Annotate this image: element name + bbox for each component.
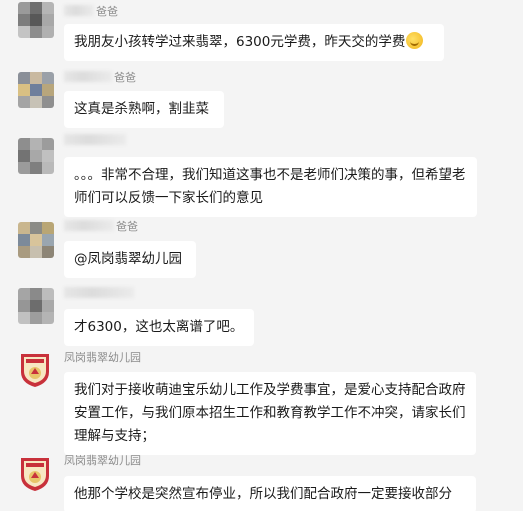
sender-name: 爸爸 <box>64 5 118 19</box>
message-text: 我们对于接收萌迪宝乐幼儿工作及学费事宜，是爱心支持配合政府安置工作，与我们原本招… <box>74 382 466 444</box>
message-bubble[interactable]: @凤岗翡翠幼儿园 <box>64 241 196 278</box>
avatar[interactable] <box>18 288 54 324</box>
avatar[interactable] <box>18 222 54 258</box>
message-bubble[interactable]: 。。。非常不合理，我们知道这事也不是老师们决策的事，但希望老师们可以反馈一下家长… <box>64 157 477 217</box>
message-text: @凤岗翡翠幼儿园 <box>74 251 182 267</box>
sender-name <box>64 287 136 301</box>
avatar[interactable] <box>18 72 54 108</box>
message-text: 我朋友小孩转学过来翡翠，6300元学费，昨天交的学费 <box>74 34 406 50</box>
message-text: 这真是杀熟啊，割韭菜 <box>74 101 209 117</box>
sender-name: 凤岗翡翠幼儿园 <box>64 351 141 364</box>
kindergarten-logo-icon[interactable] <box>18 352 52 388</box>
message-bubble[interactable]: 他那个学校是突然宣布停业，所以我们配合政府一定要接收部分 <box>64 476 476 511</box>
sender-name <box>64 134 128 148</box>
message-bubble[interactable]: 我朋友小孩转学过来翡翠，6300元学费，昨天交的学费 <box>64 24 444 61</box>
sender-name: 爸爸 <box>64 220 138 234</box>
sender-name: 凤岗翡翠幼儿园 <box>64 454 141 467</box>
message-text: 才6300，这也太离谱了吧。 <box>74 319 244 335</box>
kindergarten-logo-icon[interactable] <box>18 456 52 492</box>
message-bubble[interactable]: 我们对于接收萌迪宝乐幼儿工作及学费事宜，是爱心支持配合政府安置工作，与我们原本招… <box>64 372 476 455</box>
avatar[interactable] <box>18 2 54 38</box>
message-text: 。。。非常不合理，我们知道这事也不是老师们决策的事，但希望老师们可以反馈一下家长… <box>74 167 466 206</box>
message-bubble[interactable]: 这真是杀熟啊，割韭菜 <box>64 91 224 128</box>
message-bubble[interactable]: 才6300，这也太离谱了吧。 <box>64 309 254 346</box>
avatar[interactable] <box>18 138 54 174</box>
message-text: 他那个学校是突然宣布停业，所以我们配合政府一定要接收部分 <box>74 486 452 502</box>
sender-name: 爸爸 <box>64 71 136 85</box>
chat-history[interactable]: 爸爸 我朋友小孩转学过来翡翠，6300元学费，昨天交的学费 爸爸 这真是杀熟啊，… <box>0 0 523 511</box>
money-mouth-emoji-icon <box>406 32 424 49</box>
